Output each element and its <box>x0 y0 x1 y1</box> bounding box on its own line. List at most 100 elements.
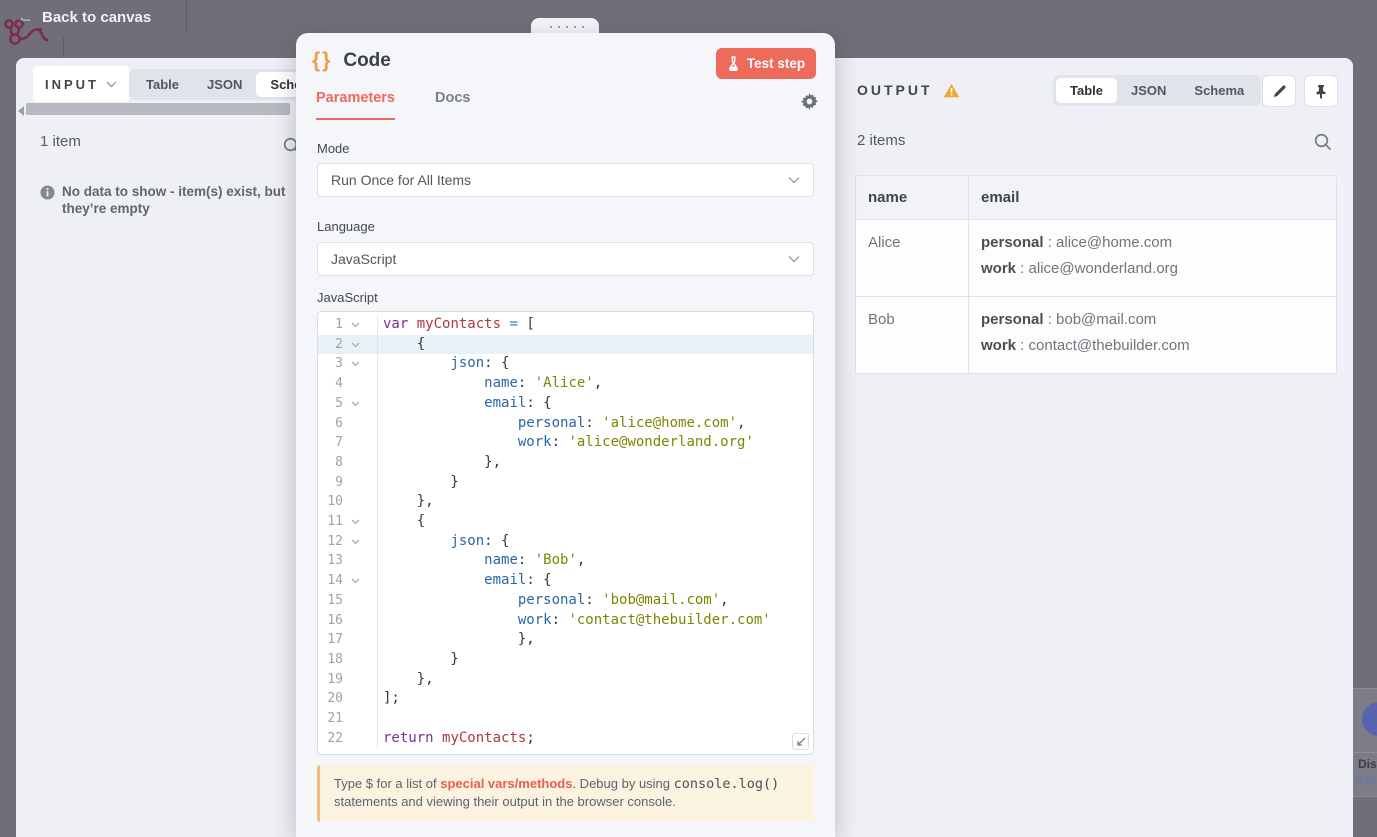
line-number: 9 <box>335 474 343 490</box>
pencil-icon <box>1273 84 1286 97</box>
mode-select[interactable]: Run Once for All Items <box>317 163 814 197</box>
code-line[interactable]: 6 personal: 'alice@home.com', <box>318 413 813 434</box>
code-text: email: { <box>484 572 552 589</box>
code-line[interactable]: 22 return myContacts; <box>318 728 813 749</box>
code-line[interactable]: 4 name: 'Alice', <box>318 374 813 394</box>
email-kv-line: personal : alice@home.com <box>981 234 1173 251</box>
output-table-header: name email <box>856 176 1336 220</box>
code-line[interactable]: 11 { <box>318 512 813 532</box>
table-row[interactable]: Alice personal : alice@home.com work : ali… <box>856 220 1336 297</box>
scroll-left-arrow[interactable] <box>18 106 24 116</box>
code-line[interactable]: 14 email: { <box>318 571 813 591</box>
code-line[interactable]: 18 } <box>318 649 813 670</box>
line-number: 16 <box>327 612 343 628</box>
edit-output-button[interactable] <box>1262 75 1296 107</box>
fold-toggle-icon[interactable] <box>343 401 367 407</box>
fold-toggle-icon[interactable] <box>343 578 367 584</box>
mode-label: Mode <box>317 141 350 156</box>
code-line[interactable]: 13 name: 'Bob', <box>318 551 813 572</box>
code-text: { <box>383 335 426 352</box>
code-text: json: { <box>450 355 510 372</box>
flask-icon <box>728 56 738 71</box>
tab-docs[interactable]: Docs <box>435 90 470 120</box>
workflow-logo-icon <box>2 16 54 56</box>
fragment-link[interactable]: dLega <box>1354 774 1377 785</box>
output-items-count: 2 items <box>857 132 906 149</box>
editor-resize-handle[interactable] <box>792 733 809 750</box>
code-line[interactable]: 16 work: 'contact@thebuilder.com' <box>318 610 813 631</box>
line-number: 5 <box>335 395 343 411</box>
divider <box>1353 752 1377 753</box>
code-line[interactable]: 9 } <box>318 472 813 493</box>
test-step-button[interactable]: Test step <box>716 48 816 79</box>
line-number: 7 <box>335 435 343 451</box>
special-vars-link[interactable]: special vars/methods <box>440 776 572 791</box>
language-label: Language <box>317 219 375 234</box>
code-lines: 1 var myContacts = [2 {3 json: {4 name: '… <box>318 315 813 749</box>
line-number: 8 <box>335 454 343 470</box>
code-line[interactable]: 19 }, <box>318 669 813 690</box>
input-node-selector[interactable]: INPUT <box>33 66 129 102</box>
fold-toggle-icon[interactable] <box>343 519 367 525</box>
code-line[interactable]: 1 var myContacts = [ <box>318 315 813 335</box>
output-tab-schema[interactable]: Schema <box>1180 78 1258 103</box>
code-line[interactable]: 15 personal: 'bob@mail.com', <box>318 590 813 611</box>
code-text: } <box>383 473 459 490</box>
pin-data-button[interactable] <box>1304 75 1338 107</box>
mode-value: Run Once for All Items <box>331 172 472 188</box>
code-text: name: 'Bob', <box>484 552 586 569</box>
input-tab-table[interactable]: Table <box>132 72 193 97</box>
node-title[interactable]: Code <box>343 50 391 72</box>
output-tab-table[interactable]: Table <box>1056 78 1117 103</box>
fold-toggle-icon[interactable] <box>343 342 367 348</box>
fold-toggle-icon[interactable] <box>343 361 367 367</box>
column-header-email[interactable]: email <box>969 176 1336 219</box>
line-number: 22 <box>327 730 343 746</box>
fold-toggle-icon[interactable] <box>343 322 367 328</box>
editor-language-label: JavaScript <box>317 290 378 305</box>
code-line[interactable]: 21 <box>318 709 813 729</box>
cell-email: personal : alice@home.com work : alice@wo… <box>969 220 1336 296</box>
avatar <box>1362 702 1377 736</box>
code-line[interactable]: 3 json: { <box>318 354 813 375</box>
chevron-down-icon <box>788 177 800 184</box>
output-panel-title: OUTPUT <box>857 82 933 98</box>
code-text: ]; <box>383 690 400 707</box>
resize-icon <box>796 737 805 746</box>
code-text: return myContacts; <box>383 729 535 746</box>
code-editor[interactable]: 1 var myContacts = [2 {3 json: {4 name: '… <box>317 311 814 755</box>
line-number: 10 <box>327 494 343 510</box>
table-row[interactable]: Bob personal : bob@mail.com work : contact… <box>856 297 1336 373</box>
code-line[interactable]: 10 }, <box>318 492 813 513</box>
code-line[interactable]: 12 json: { <box>318 531 813 552</box>
line-number: 15 <box>327 592 343 608</box>
code-text: work: 'alice@wonderland.org' <box>517 434 754 451</box>
tab-parameters[interactable]: Parameters <box>316 90 395 120</box>
code-line[interactable]: 5 email: { <box>318 393 813 414</box>
output-tab-json[interactable]: JSON <box>1117 78 1180 103</box>
dimmed-popup-fragment: Dis dLega <box>1353 688 1377 797</box>
node-settings-gear-icon[interactable] <box>801 93 818 110</box>
output-search-icon[interactable] <box>1314 133 1332 151</box>
language-select[interactable]: JavaScript <box>317 242 814 276</box>
modal-tabs: Parameters Docs <box>316 90 470 120</box>
input-tab-json[interactable]: JSON <box>193 72 256 97</box>
code-line[interactable]: 17 }, <box>318 630 813 650</box>
code-line[interactable]: 20]; <box>318 689 813 710</box>
code-line[interactable]: 7 work: 'alice@wonderland.org' <box>318 433 813 453</box>
pin-icon <box>1316 84 1326 99</box>
code-node-modal: {} Code Test step Parameters Docs Mode R… <box>296 33 835 837</box>
fragment-label: Dis <box>1358 757 1377 771</box>
fold-toggle-icon[interactable] <box>343 539 367 545</box>
hint-text: . Debug by using <box>572 776 674 791</box>
horizontal-scrollbar[interactable] <box>26 103 290 115</box>
code-line[interactable]: 8 }, <box>318 452 813 473</box>
column-header-name[interactable]: name <box>856 176 969 219</box>
output-table-body: Alice personal : alice@home.com work : ali… <box>856 220 1336 373</box>
code-line[interactable]: 2 { <box>318 334 813 355</box>
line-number: 3 <box>335 356 343 372</box>
chevron-down-icon <box>106 81 117 87</box>
cell-name: Bob <box>856 297 969 373</box>
drag-dots-icon <box>546 22 584 32</box>
code-text: }, <box>383 453 502 470</box>
